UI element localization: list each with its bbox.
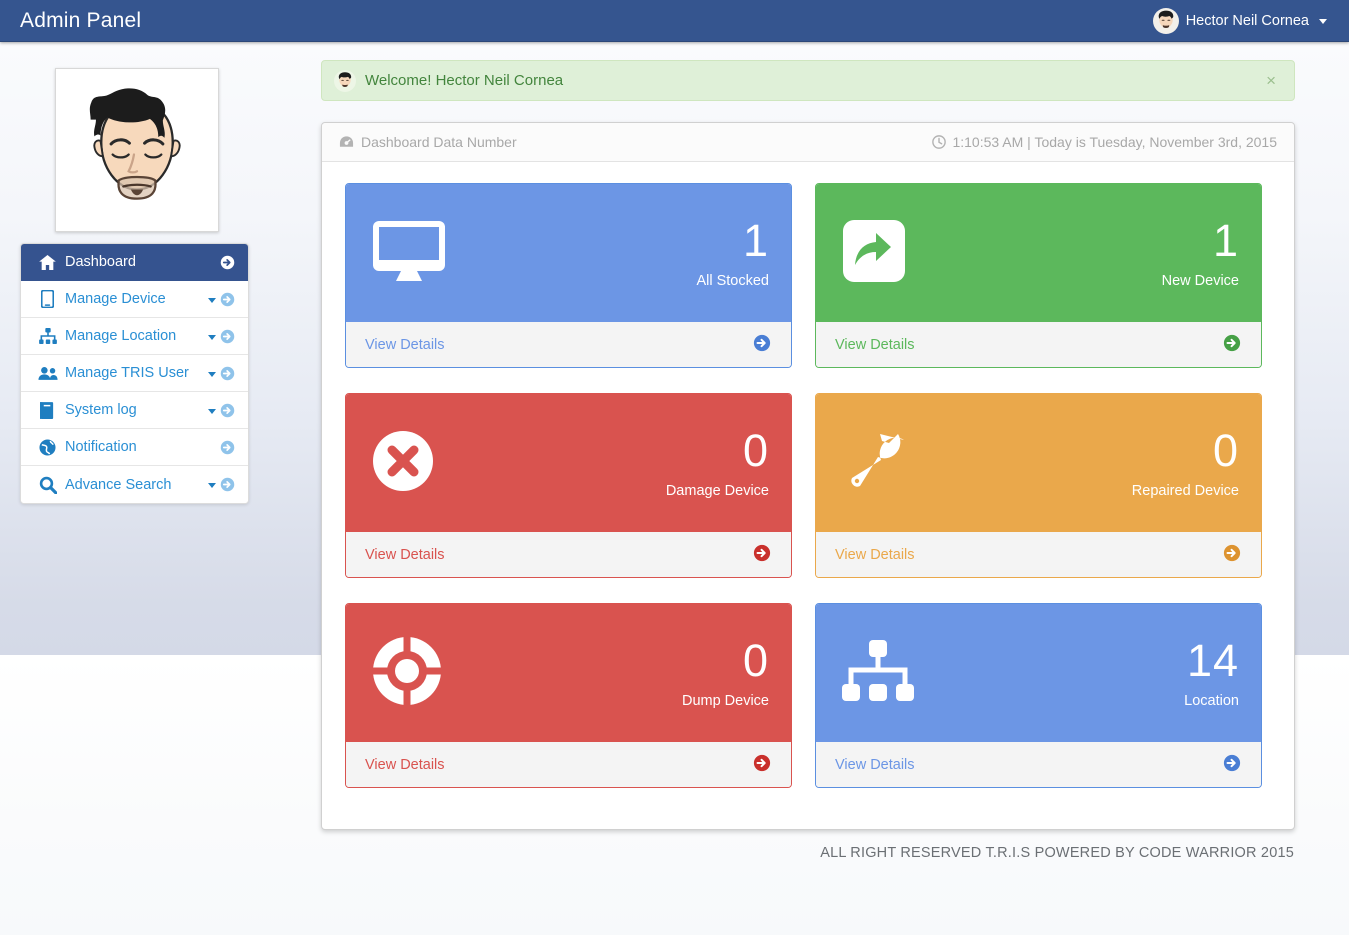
wrench-icon bbox=[842, 430, 908, 497]
panel-header: Dashboard Data Number 1:10:53 AM | Today… bbox=[322, 123, 1294, 162]
stat-card-all-stocked[interactable]: 1 All Stocked View Details bbox=[345, 183, 792, 368]
sidebar-item-label: Advance Search bbox=[65, 476, 172, 493]
user-menu[interactable]: Hector Neil Cornea bbox=[1152, 7, 1349, 34]
share-icon bbox=[842, 219, 906, 288]
home-icon bbox=[37, 254, 58, 270]
user-avatar-icon bbox=[334, 69, 356, 92]
user-avatar-icon bbox=[1152, 7, 1179, 34]
sidebar-item-label: Manage Device bbox=[65, 291, 166, 307]
dashboard-gauge-icon bbox=[339, 136, 354, 147]
stat-card-damage-device[interactable]: 0 Damage Device View Details bbox=[345, 393, 792, 578]
stat-value: 1 bbox=[742, 214, 769, 266]
user-menu-name: Hector Neil Cornea bbox=[1185, 12, 1309, 29]
stat-label: All Stocked bbox=[696, 272, 769, 289]
sidebar-item-advance-search[interactable]: Advance Search bbox=[21, 466, 248, 503]
book-icon bbox=[37, 401, 58, 419]
close-icon[interactable]: × bbox=[1260, 70, 1282, 91]
profile-avatar-card bbox=[55, 68, 219, 232]
admin-dashboard-page: Admin Panel Hector Neil Cornea Dashboard… bbox=[0, 0, 1349, 935]
user-avatar-large-icon bbox=[61, 74, 213, 226]
search-icon bbox=[37, 476, 58, 494]
tablet-icon bbox=[37, 290, 58, 308]
sidebar-item-label: System log bbox=[65, 402, 137, 418]
times-circle-icon bbox=[372, 430, 434, 497]
view-details-link[interactable]: View Details bbox=[835, 547, 915, 563]
sitemap-icon bbox=[37, 328, 58, 344]
users-icon bbox=[37, 366, 58, 381]
circle-arrow-right-icon bbox=[220, 255, 235, 269]
circle-arrow-right-icon[interactable] bbox=[1223, 334, 1241, 356]
circle-arrow-right-icon[interactable] bbox=[753, 334, 771, 356]
caret-down-icon bbox=[1319, 19, 1327, 24]
sidebar-item-label: Manage Location bbox=[65, 328, 177, 344]
sidebar-item-label: Notification bbox=[65, 439, 137, 455]
sidebar-item-system-log[interactable]: System log bbox=[21, 392, 248, 429]
circle-arrow-right-icon[interactable] bbox=[220, 403, 235, 418]
life-ring-icon bbox=[372, 636, 442, 711]
globe-icon bbox=[37, 438, 58, 456]
view-details-link[interactable]: View Details bbox=[835, 757, 915, 773]
stat-label: New Device bbox=[1161, 272, 1239, 289]
circle-arrow-right-icon[interactable] bbox=[1223, 544, 1241, 566]
stat-value: 0 bbox=[1212, 424, 1239, 476]
stat-label: Repaired Device bbox=[1131, 482, 1239, 499]
sidebar-item-label: Dashboard bbox=[65, 254, 136, 270]
stat-card-dump-device[interactable]: 0 Dump Device View Details bbox=[345, 603, 792, 788]
view-details-link[interactable]: View Details bbox=[835, 337, 915, 353]
caret-down-icon[interactable] bbox=[208, 297, 216, 303]
caret-down-icon[interactable] bbox=[208, 483, 216, 488]
sidebar-item-label: Manage TRIS User bbox=[65, 365, 189, 381]
clock-icon bbox=[932, 135, 947, 149]
circle-arrow-right-icon[interactable] bbox=[1223, 754, 1241, 776]
stat-label: Damage Device bbox=[665, 482, 769, 499]
sidebar-item-manage-device[interactable]: Manage Device bbox=[21, 281, 248, 318]
sidebar-item-manage-location[interactable]: Manage Location bbox=[21, 318, 248, 355]
stat-value: 1 bbox=[1212, 214, 1239, 266]
sidebar-item-manage-tris-user[interactable]: Manage TRIS User bbox=[21, 355, 248, 392]
desktop-icon bbox=[372, 220, 446, 287]
sidebar-item-notification[interactable]: Notification bbox=[21, 429, 248, 466]
view-details-link[interactable]: View Details bbox=[365, 337, 445, 353]
welcome-alert: Welcome! Hector Neil Cornea × bbox=[321, 60, 1295, 101]
brand-title: Admin Panel bbox=[20, 8, 142, 32]
circle-arrow-right-icon[interactable] bbox=[220, 440, 235, 455]
stat-label: Location bbox=[1184, 692, 1239, 709]
circle-arrow-right-icon[interactable] bbox=[220, 292, 235, 307]
stat-card-grid: 1 All Stocked View Details 1 New Device … bbox=[345, 183, 1271, 788]
welcome-alert-text: Welcome! Hector Neil Cornea bbox=[365, 72, 564, 89]
circle-arrow-right-icon[interactable] bbox=[753, 544, 771, 566]
sidebar-item-dashboard[interactable]: Dashboard bbox=[21, 244, 248, 281]
stat-card-location[interactable]: 14 Location View Details bbox=[815, 603, 1262, 788]
dashboard-panel: Dashboard Data Number 1:10:53 AM | Today… bbox=[321, 122, 1295, 830]
page-footer: ALL RIGHT RESERVED T.R.I.S POWERED BY CO… bbox=[820, 845, 1294, 861]
stat-card-repaired-device[interactable]: 0 Repaired Device View Details bbox=[815, 393, 1262, 578]
stat-value: 0 bbox=[742, 424, 769, 476]
sidebar-menu: Dashboard Manage Device Manage Location … bbox=[20, 243, 249, 504]
stat-label: Dump Device bbox=[681, 692, 769, 709]
stat-value: 14 bbox=[1186, 634, 1239, 686]
sitemap-icon bbox=[842, 639, 914, 707]
panel-title: Dashboard Data Number bbox=[361, 134, 517, 150]
circle-arrow-right-icon[interactable] bbox=[220, 366, 235, 381]
stat-card-new-device[interactable]: 1 New Device View Details bbox=[815, 183, 1262, 368]
circle-arrow-right-icon[interactable] bbox=[753, 754, 771, 776]
panel-body: 1 All Stocked View Details 1 New Device … bbox=[322, 162, 1294, 809]
circle-arrow-right-icon[interactable] bbox=[220, 477, 235, 492]
view-details-link[interactable]: View Details bbox=[365, 757, 445, 773]
circle-arrow-right-icon[interactable] bbox=[220, 329, 235, 344]
panel-datetime: 1:10:53 AM | Today is Tuesday, November … bbox=[952, 134, 1277, 150]
view-details-link[interactable]: View Details bbox=[365, 547, 445, 563]
caret-down-icon[interactable] bbox=[208, 371, 216, 377]
stat-value: 0 bbox=[742, 634, 769, 686]
top-navbar: Admin Panel Hector Neil Cornea bbox=[0, 0, 1349, 42]
caret-down-icon[interactable] bbox=[208, 408, 216, 414]
caret-down-icon[interactable] bbox=[208, 334, 216, 340]
